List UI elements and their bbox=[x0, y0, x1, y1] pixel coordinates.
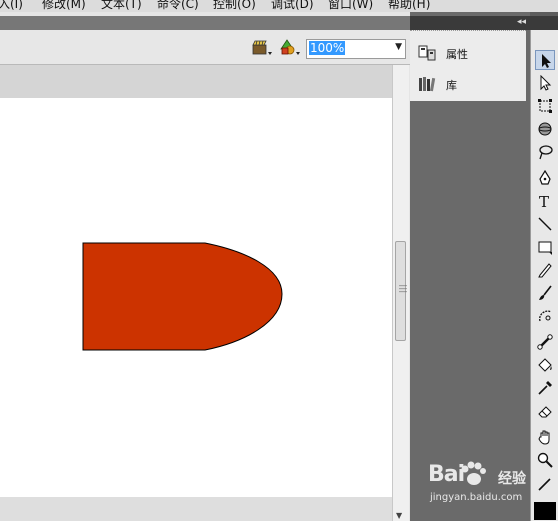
watermark-url: jingyan.baidu.com bbox=[430, 492, 523, 503]
rectangle-tool-icon[interactable] bbox=[535, 237, 555, 257]
menu-control[interactable]: 控制(O) bbox=[213, 0, 256, 12]
library-icon bbox=[418, 75, 436, 93]
watermark-cn: 经验 bbox=[498, 471, 526, 487]
vertical-scrollbar[interactable]: ― ― ― ▼ bbox=[392, 65, 409, 521]
menu-commands[interactable]: 命令(C) bbox=[157, 0, 199, 12]
panel-list: 属性 库 bbox=[410, 30, 526, 101]
menu-help[interactable]: 帮助(H) bbox=[388, 0, 430, 12]
hand-tool-icon[interactable] bbox=[535, 427, 555, 447]
shapes-icon[interactable] bbox=[279, 39, 301, 57]
bullet-shape[interactable] bbox=[82, 242, 283, 351]
3d-rotation-tool-icon[interactable] bbox=[535, 119, 555, 139]
edit-bar: 100% ▼ bbox=[0, 30, 410, 65]
selection-tool-icon[interactable] bbox=[535, 50, 555, 70]
zoom-input[interactable]: 100% bbox=[309, 41, 391, 57]
tools-panel: T bbox=[530, 30, 558, 521]
deco-tool-icon[interactable] bbox=[535, 306, 555, 326]
clapper-icon[interactable] bbox=[251, 39, 273, 57]
stage-drawing bbox=[82, 242, 283, 351]
bone-tool-icon[interactable] bbox=[535, 332, 555, 352]
chevron-down-icon[interactable]: ▼ bbox=[395, 42, 402, 52]
scrollbar-thumb[interactable]: ― ― ― bbox=[395, 241, 407, 341]
stage-canvas[interactable] bbox=[0, 98, 392, 497]
paw-logo-icon bbox=[461, 461, 486, 485]
line-tool-icon[interactable] bbox=[535, 214, 555, 234]
menu-debug[interactable]: 调试(D) bbox=[271, 0, 314, 12]
properties-icon bbox=[418, 44, 436, 62]
menu-text[interactable]: 文本(T) bbox=[101, 0, 142, 12]
stage-area: 100% ▼ ― ― ― ▼ bbox=[0, 12, 410, 521]
pasteboard-top bbox=[0, 65, 392, 98]
panel-item-label: 库 bbox=[446, 79, 457, 92]
paint-bucket-tool-icon[interactable] bbox=[535, 355, 555, 375]
panel-item-properties[interactable]: 属性 bbox=[418, 44, 522, 64]
text-tool-icon[interactable]: T bbox=[535, 191, 555, 211]
zoom-combobox[interactable]: 100% ▼ bbox=[306, 39, 406, 59]
panel-item-library[interactable]: 库 bbox=[418, 75, 522, 95]
menu-insert[interactable]: 入(I) bbox=[0, 0, 23, 12]
baidu-watermark: Bai 经验 jingyan.baidu.com bbox=[428, 461, 548, 510]
menu-modify[interactable]: 修改(M) bbox=[42, 0, 86, 12]
scroll-down-arrow-icon[interactable]: ▼ bbox=[396, 511, 402, 520]
menu-window[interactable]: 窗口(W) bbox=[328, 0, 373, 12]
panel-item-label: 属性 bbox=[446, 48, 468, 61]
zoom-value: 100% bbox=[309, 41, 346, 55]
free-transform-tool-icon[interactable] bbox=[535, 96, 555, 116]
svg-text:T: T bbox=[539, 193, 549, 209]
pen-tool-icon[interactable] bbox=[535, 168, 555, 188]
grip-icon: ― ― ― bbox=[399, 281, 407, 296]
eyedropper-tool-icon[interactable] bbox=[535, 378, 555, 398]
panel-dock: ◂◂ 属性 库 bbox=[410, 12, 558, 521]
pencil-tool-icon[interactable] bbox=[535, 260, 555, 280]
pasteboard-bottom bbox=[0, 497, 392, 521]
document-tab-strip bbox=[0, 16, 410, 30]
menu-bar: 入(I) 修改(M) 文本(T) 命令(C) 控制(O) 调试(D) 窗口(W)… bbox=[0, 0, 558, 12]
collapse-icon[interactable]: ◂◂ bbox=[517, 17, 526, 27]
eraser-tool-icon[interactable] bbox=[535, 401, 555, 421]
panel-dock-header: ◂◂ bbox=[410, 16, 558, 30]
brush-tool-icon[interactable] bbox=[535, 283, 555, 303]
subselection-tool-icon[interactable] bbox=[535, 73, 555, 93]
lasso-tool-icon[interactable] bbox=[535, 142, 555, 162]
